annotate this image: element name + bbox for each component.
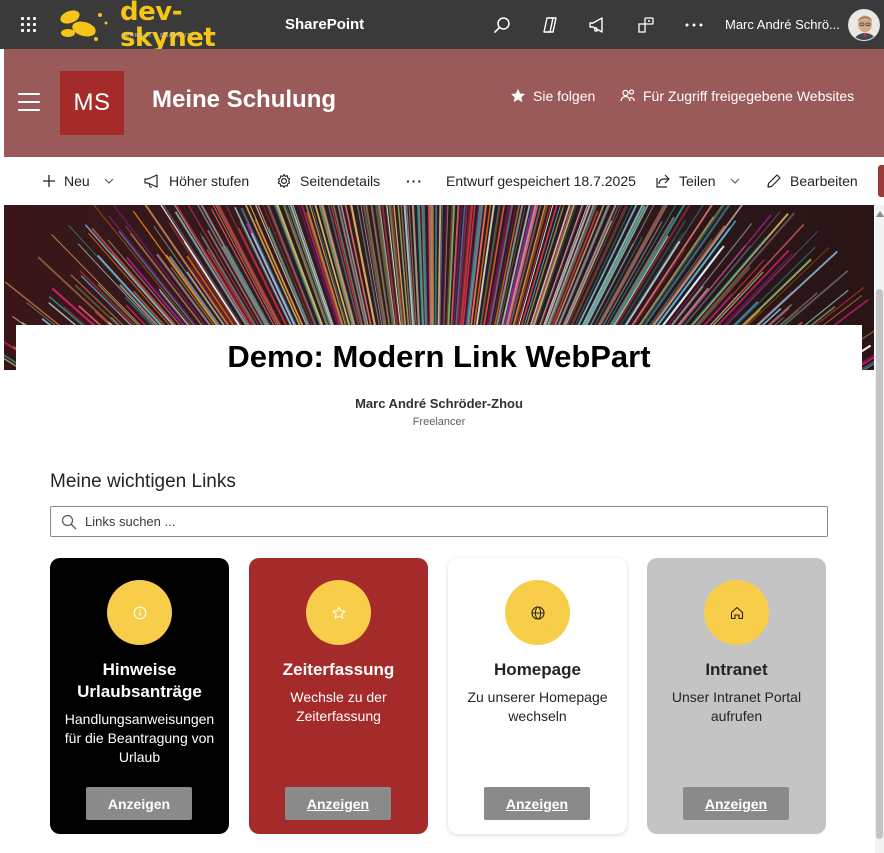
draft-status: Entwurf gespeichert 18.7.2025	[446, 157, 636, 205]
plus-icon	[43, 175, 55, 187]
site-header: MS Meine Schulung Sie folgen Für Zugriff…	[4, 49, 884, 157]
waffle-icon	[20, 17, 36, 32]
chevron-down-icon	[730, 178, 740, 184]
card-title: Intranet	[705, 660, 768, 679]
promote-label: Höher stufen	[169, 173, 250, 189]
copilot-icon[interactable]	[526, 0, 574, 49]
draft-status-text: Entwurf gespeichert 18.7.2025	[446, 173, 636, 189]
share-label: Teilen	[679, 173, 716, 189]
logo-tagline: LEARN IT · SHARE IT	[122, 33, 191, 39]
card-description: Zu unserer Homepage wechseln	[467, 689, 608, 724]
app-launcher-icon[interactable]	[622, 0, 670, 49]
chevron-down-icon	[104, 178, 114, 184]
logo-bees-icon	[56, 5, 120, 45]
icon-circle	[107, 580, 172, 645]
link-card-intranet[interactable]: Intranet Unser Intranet Portal aufrufen …	[647, 558, 826, 834]
links-search-box[interactable]	[50, 506, 828, 537]
gear-icon	[277, 173, 291, 189]
page-details-label: Seitendetails	[300, 173, 381, 189]
scroll-up-arrow-icon[interactable]	[876, 211, 884, 217]
card-title: Homepage	[494, 660, 581, 679]
avatar[interactable]	[848, 9, 880, 41]
more-options-icon: ···	[406, 173, 423, 189]
icon-circle	[704, 580, 769, 645]
hamburger-menu-icon[interactable]	[18, 93, 40, 111]
card-title: Hinweise Urlaubsanträge	[77, 660, 202, 701]
user-name[interactable]: Marc André Schrö...	[725, 17, 840, 32]
search-icon	[61, 514, 77, 529]
more-options-button[interactable]: ···	[406, 157, 423, 205]
suite-bar: dev-skynet LEARN IT · SHARE IT SharePoin…	[0, 0, 884, 53]
share-button[interactable]: Teilen	[655, 157, 740, 205]
publish-button-edge[interactable]	[878, 165, 884, 197]
edit-button[interactable]: Bearbeiten	[766, 157, 858, 205]
links-search-input[interactable]	[85, 514, 785, 529]
card-description: Handlungsanweisungen für die Beantragung…	[64, 711, 215, 765]
show-button[interactable]: Anzeigen	[86, 787, 192, 820]
search-icon[interactable]	[478, 0, 526, 49]
show-button[interactable]: Anzeigen	[683, 787, 789, 820]
share-icon	[656, 174, 670, 188]
show-button[interactable]: Anzeigen	[484, 787, 590, 820]
shared-sites-label: Für Zugriff freigegebene Websites	[643, 88, 855, 104]
icon-circle	[505, 580, 570, 645]
globe-icon	[530, 605, 545, 620]
link-card-vacation[interactable]: Hinweise Urlaubsanträge Handlungsanweisu…	[50, 558, 229, 834]
link-card-homepage[interactable]: Homepage Zu unserer Homepage wechseln An…	[448, 558, 627, 834]
shared-sites-button[interactable]: Für Zugriff freigegebene Websites	[620, 88, 854, 104]
title-area: Demo: Modern Link WebPart Marc André Sch…	[16, 325, 862, 445]
follow-label: Sie folgen	[533, 88, 596, 104]
scroll-thumb[interactable]	[876, 289, 883, 839]
star-icon	[331, 605, 346, 619]
link-card-time-tracking[interactable]: Zeiterfassung Wechsle zu der Zeiterfassu…	[249, 558, 428, 834]
icon-circle	[306, 580, 371, 645]
page-details-button[interactable]: Seitendetails	[276, 157, 380, 205]
star-filled-icon	[511, 89, 525, 103]
follow-button[interactable]: Sie folgen	[510, 88, 595, 104]
site-title[interactable]: Meine Schulung	[152, 86, 336, 114]
card-description: Unser Intranet Portal aufrufen	[671, 689, 802, 724]
command-bar: Neu Höher stufen Seitendetails ··· Entwu…	[4, 157, 884, 205]
info-icon	[133, 606, 146, 619]
pencil-icon	[767, 174, 781, 188]
edit-label: Bearbeiten	[790, 173, 858, 189]
card-description: Wechsle zu der Zeiterfassung	[290, 689, 387, 724]
more-icon[interactable]	[670, 0, 718, 49]
megaphone-icon	[144, 174, 158, 188]
home-icon	[730, 606, 743, 619]
people-share-icon	[620, 89, 636, 102]
author-name[interactable]: Marc André Schröder-Zhou	[16, 396, 862, 411]
logo-text: dev-skynet	[120, 0, 216, 53]
show-button[interactable]: Anzeigen	[285, 787, 391, 820]
new-button[interactable]: Neu	[42, 157, 114, 205]
new-label: Neu	[64, 173, 90, 189]
page-title: Demo: Modern Link WebPart	[227, 339, 651, 374]
app-launcher-waffle[interactable]	[0, 0, 56, 49]
megaphone-icon[interactable]	[574, 0, 622, 49]
page-scrollbar[interactable]	[875, 205, 884, 853]
app-name[interactable]: SharePoint	[285, 16, 364, 33]
org-logo[interactable]: dev-skynet LEARN IT · SHARE IT	[56, 0, 256, 53]
card-title: Zeiterfassung	[282, 660, 395, 679]
links-heading: Meine wichtigen Links	[50, 471, 236, 492]
promote-button[interactable]: Höher stufen	[143, 157, 249, 205]
site-logo[interactable]: MS	[60, 71, 124, 135]
suite-icons	[478, 0, 718, 49]
author-role: Freelancer	[412, 416, 466, 428]
